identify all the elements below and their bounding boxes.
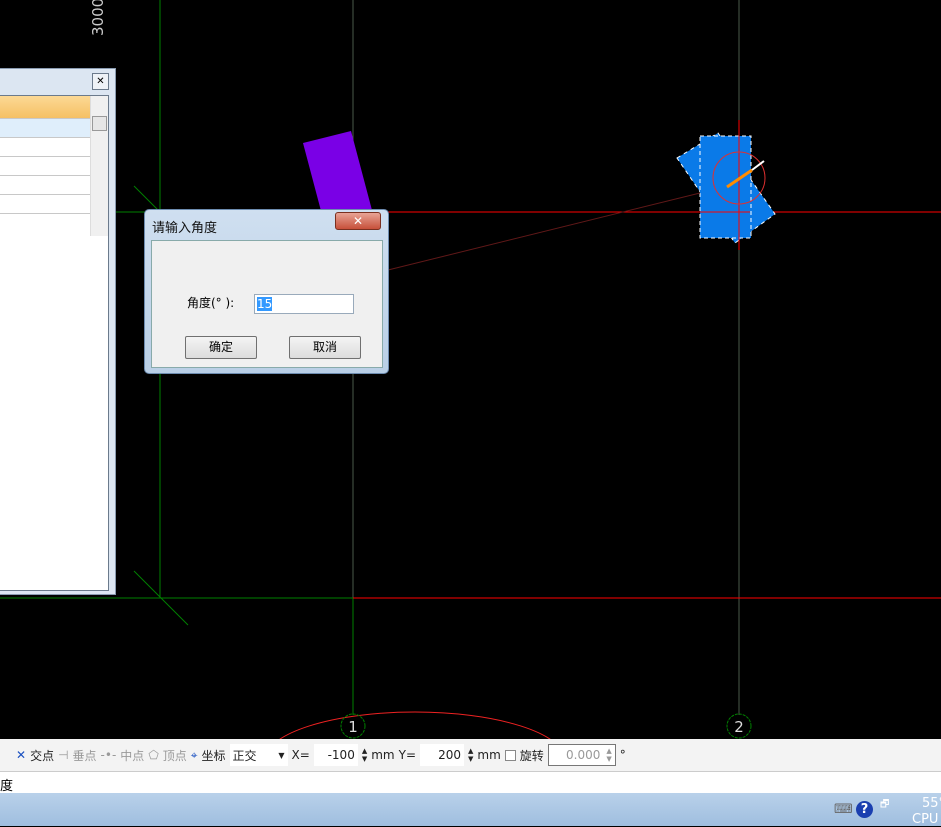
close-button[interactable]: ✕: [335, 212, 381, 230]
blue-shape: [699, 135, 752, 239]
cancel-button[interactable]: 取消: [289, 336, 361, 359]
list-item[interactable]: [0, 157, 90, 176]
annotation-ellipse: [277, 711, 553, 740]
snap-coordinate[interactable]: 坐标: [202, 747, 226, 764]
y-spinner[interactable]: ▲ ▼: [468, 747, 473, 763]
help-icon[interactable]: ?: [856, 801, 873, 818]
property-panel: ✕: [0, 68, 116, 595]
x-label: X=: [291, 748, 310, 762]
drawing-canvas[interactable]: 3000 1 2: [0, 0, 941, 740]
axis-marker-1: 1: [340, 713, 366, 739]
snap-perpendicular[interactable]: 垂点: [73, 747, 97, 764]
snap-midpoint[interactable]: 中点: [120, 747, 144, 764]
x-unit: mm: [371, 748, 395, 762]
y-value: 200: [438, 748, 461, 762]
snap-vertex[interactable]: 顶点: [163, 747, 187, 764]
rotate-value: 0.000: [566, 748, 601, 762]
dialog-title: 请输入角度: [152, 221, 218, 236]
status-text: 度: [0, 779, 14, 794]
rotate-spinner[interactable]: ▲ ▼: [606, 747, 611, 763]
close-icon[interactable]: ✕: [92, 73, 109, 90]
ortho-select[interactable]: 正交 ▼: [229, 744, 288, 766]
rotate-input[interactable]: 0.000 ▲ ▼: [547, 744, 616, 766]
angle-value: 15: [257, 297, 273, 311]
intersection-icon: ✕: [16, 748, 27, 762]
keyboard-icon[interactable]: ⌨: [834, 802, 853, 817]
list-item[interactable]: [0, 138, 90, 157]
x-value: -100: [327, 748, 355, 762]
perpendicular-icon: ⊣: [58, 748, 69, 762]
snap-intersection[interactable]: 交点: [30, 747, 54, 764]
restore-icon[interactable]: 🗗: [880, 797, 889, 814]
angle-dialog: 请输入角度 ✕ 角度(° ): 15 确定 取消: [144, 209, 389, 374]
coordinate-icon: ⌖: [190, 747, 198, 762]
list-header: [0, 96, 90, 119]
y-input[interactable]: 200: [420, 744, 464, 766]
angle-input[interactable]: 15: [254, 294, 354, 314]
y-label: Y=: [398, 748, 416, 762]
y-unit: mm: [477, 748, 501, 762]
snap-toolbar: ✕ 交点 ⊣ 垂点 -•- 中点 ⬠ 顶点 ⌖ 坐标 正交 ▼ X= -100 ▲…: [0, 739, 941, 771]
midpoint-icon: -•-: [100, 748, 117, 762]
angle-label: 角度(° ):: [187, 296, 235, 310]
property-list: [0, 95, 109, 591]
svg-text:2: 2: [734, 718, 744, 736]
list-item[interactable]: [0, 195, 90, 214]
svg-text:1: 1: [348, 718, 358, 736]
degree-unit: °: [619, 748, 626, 762]
x-spinner[interactable]: ▲ ▼: [362, 747, 367, 763]
dialog-body: 角度(° ): 15 确定 取消: [151, 240, 383, 368]
taskbar: ⌨ ? 🗗 55° CPU: [0, 793, 941, 827]
chevron-down-icon: ▼: [278, 750, 285, 760]
vertex-icon: ⬠: [148, 748, 159, 762]
dimension-label: 3000: [89, 0, 107, 36]
command-line: 度: [0, 771, 941, 794]
list-item[interactable]: [0, 119, 90, 138]
ortho-value: 正交: [232, 748, 257, 763]
rotate-label: 旋转: [519, 748, 544, 763]
list-item[interactable]: [0, 176, 90, 195]
axis-marker-2: 2: [726, 713, 752, 739]
x-input[interactable]: -100: [313, 744, 358, 766]
rotate-checkbox[interactable]: [504, 749, 516, 761]
scrollbar-thumb[interactable]: [92, 116, 107, 131]
leader-line: [387, 192, 701, 271]
ok-button[interactable]: 确定: [185, 336, 257, 359]
temperature: 55°: [922, 796, 941, 811]
cpu-label: CPU: [912, 812, 939, 827]
scrollbar[interactable]: [90, 96, 108, 236]
